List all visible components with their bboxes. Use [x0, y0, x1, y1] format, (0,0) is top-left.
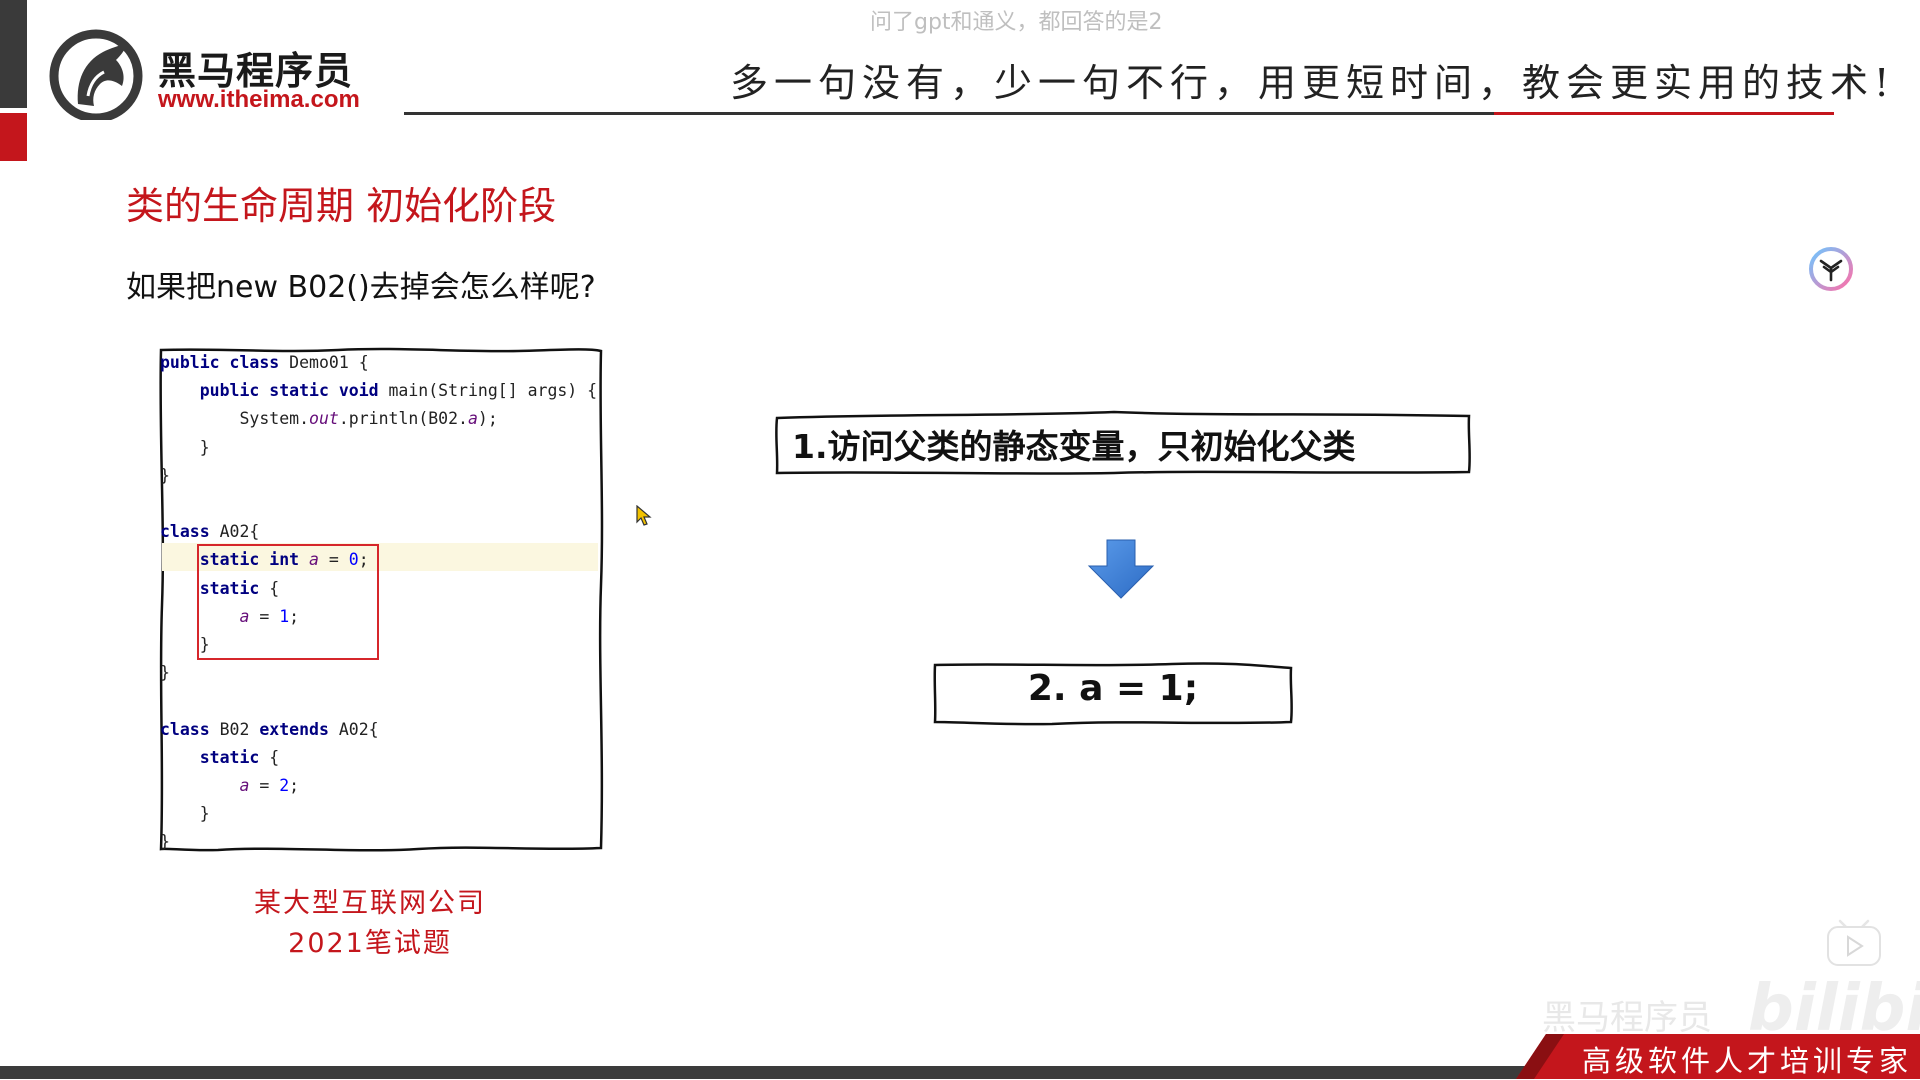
header-divider	[404, 112, 1494, 115]
code-text: A02{	[328, 719, 379, 739]
header-slogan: 多一句没有，少一句不行，用更短时间，教会更实用的技术!	[730, 61, 1896, 105]
code-snippet: public class Demo01 { public static void…	[160, 349, 597, 857]
code-text: }	[199, 437, 210, 457]
step-1-text: 1.访问父类的静态变量，只初始化父类	[792, 427, 1356, 466]
code-text: }	[199, 804, 210, 824]
watermark-channel-name: 黑马程序员	[1542, 998, 1712, 1038]
horse-head-logo-icon	[49, 29, 143, 120]
code-field: a	[309, 550, 319, 570]
code-keyword: class	[160, 719, 210, 739]
code-text: System.	[239, 409, 310, 429]
caption-line-1: 某大型互联网公司	[254, 888, 486, 919]
code-number: 2	[279, 776, 290, 796]
left-accent-bar-dark	[0, 0, 27, 108]
slide-title: 类的生命周期 初始化阶段	[126, 184, 557, 228]
code-text: =	[249, 606, 280, 626]
arrow-down-icon	[1087, 539, 1155, 599]
caption-line-2: 2021笔试题	[288, 928, 452, 959]
code-text: B02	[209, 719, 260, 739]
code-keyword: static int	[199, 550, 300, 570]
code-text: ;	[358, 550, 369, 570]
code-text: );	[477, 409, 498, 429]
code-text: Demo01 {	[279, 353, 369, 372]
code-text: }	[160, 663, 170, 683]
code-text: }	[199, 635, 210, 655]
step-2-text: 2. a = 1;	[1027, 668, 1199, 709]
mouse-cursor-icon	[636, 505, 652, 526]
code-text: {	[259, 578, 280, 598]
code-text: }	[160, 465, 170, 485]
code-text: =	[318, 550, 349, 570]
overlay-comment-text: 问了gpt和通义，都回答的是2	[870, 10, 1163, 35]
code-field: a	[239, 776, 250, 796]
code-keyword: static	[199, 747, 260, 767]
code-field: out	[309, 409, 339, 429]
code-text: ;	[289, 606, 300, 626]
code-field: a	[239, 606, 250, 626]
brand-circle-icon[interactable]	[1808, 246, 1854, 292]
footer-tagline: 高级软件人才培训专家	[1582, 1044, 1913, 1078]
code-text: main(String[] args) {	[378, 381, 598, 401]
code-text: .println(B02.	[338, 409, 468, 429]
code-keyword: public static void	[199, 381, 379, 401]
code-keyword: class	[160, 522, 210, 542]
exam-caption: 某大型互联网公司 2021笔试题	[158, 884, 582, 964]
code-number: 1	[279, 606, 290, 626]
code-field: a	[467, 409, 478, 429]
header-divider-accent	[1494, 112, 1834, 115]
code-keyword: extends	[259, 719, 329, 739]
brand-url: www.itheima.com	[158, 86, 360, 113]
left-accent-bar-red	[0, 113, 27, 161]
play-icon[interactable]	[1826, 918, 1882, 968]
code-text: ;	[289, 776, 300, 796]
code-number: 0	[348, 550, 359, 570]
code-keyword: static	[199, 578, 260, 598]
slide-question: 如果把new B02()去掉会怎么样呢?	[126, 270, 596, 305]
code-text: }	[160, 832, 170, 852]
code-text: =	[249, 776, 280, 796]
code-text: {	[259, 747, 280, 767]
code-keyword: public class	[160, 353, 280, 372]
code-text: A02{	[209, 522, 260, 542]
